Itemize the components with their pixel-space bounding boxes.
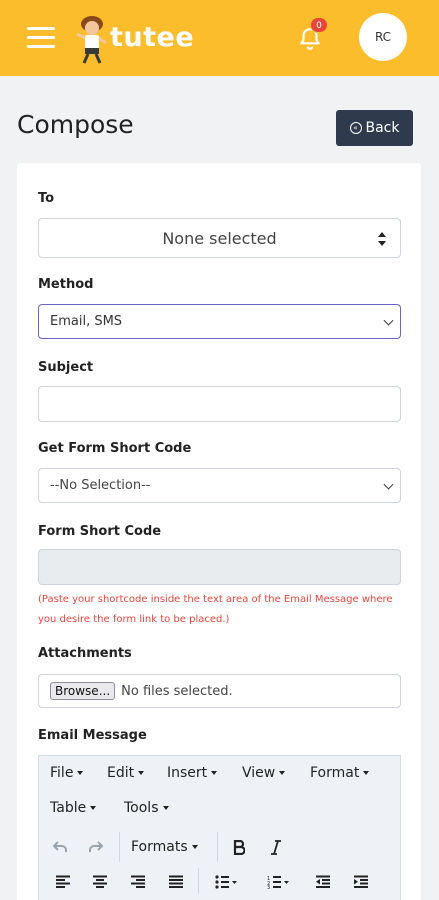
caret-down-icon bbox=[162, 806, 169, 810]
indent-icon[interactable] bbox=[350, 872, 372, 892]
browse-button[interactable]: Browse... bbox=[50, 682, 116, 700]
brand-name: tutee bbox=[110, 22, 195, 53]
toolbar-separator bbox=[198, 868, 199, 894]
caret-down-icon bbox=[363, 771, 370, 775]
toolbar-separator bbox=[217, 832, 218, 862]
form-short-code-label: Form Short Code bbox=[38, 524, 162, 539]
redo-icon[interactable] bbox=[84, 836, 108, 858]
caret-down-icon bbox=[138, 771, 145, 775]
italic-icon[interactable] bbox=[265, 836, 287, 858]
subject-input[interactable] bbox=[38, 386, 401, 422]
menu-format-label: Format bbox=[310, 765, 360, 781]
back-circle-icon: « bbox=[349, 122, 362, 134]
outdent-icon[interactable] bbox=[312, 872, 334, 892]
align-center-icon[interactable] bbox=[89, 872, 111, 892]
caret-down-icon bbox=[279, 771, 286, 775]
menu-edit-label: Edit bbox=[107, 765, 135, 781]
to-select-value: None selected bbox=[162, 228, 277, 248]
form-short-code-field bbox=[38, 549, 401, 585]
caret-down-icon bbox=[211, 771, 218, 775]
method-label: Method bbox=[38, 277, 94, 292]
menu-edit[interactable]: Edit bbox=[107, 765, 145, 781]
align-left-icon[interactable] bbox=[52, 872, 74, 892]
formats-label: Formats bbox=[131, 839, 188, 855]
user-avatar[interactable]: RC bbox=[359, 13, 407, 61]
menu-file[interactable]: File bbox=[50, 765, 84, 781]
menu-view[interactable]: View bbox=[242, 765, 286, 781]
align-right-icon[interactable] bbox=[127, 872, 149, 892]
no-files-text: No files selected. bbox=[121, 683, 233, 699]
bullet-list-icon[interactable] bbox=[207, 872, 245, 892]
attachments-label: Attachments bbox=[38, 646, 132, 661]
method-select[interactable]: Email, SMS bbox=[38, 304, 401, 339]
notification-count-badge: 0 bbox=[310, 17, 328, 33]
menu-icon[interactable] bbox=[27, 27, 55, 48]
svg-text:3: 3 bbox=[267, 885, 270, 889]
to-label: To bbox=[38, 191, 55, 206]
undo-icon[interactable] bbox=[48, 836, 72, 858]
toolbar-separator bbox=[119, 832, 120, 862]
updown-arrows-icon bbox=[378, 232, 386, 246]
chevron-down-icon bbox=[383, 479, 394, 490]
form-short-code-select-value: --No Selection-- bbox=[50, 478, 151, 493]
menu-insert-label: Insert bbox=[167, 765, 208, 781]
menu-format[interactable]: Format bbox=[310, 765, 370, 781]
align-justify-icon[interactable] bbox=[165, 872, 187, 892]
menu-table[interactable]: Table bbox=[50, 800, 97, 816]
back-button[interactable]: « Back bbox=[336, 110, 413, 146]
shortcode-hint-text: (Paste your shortcode inside the text ar… bbox=[38, 594, 393, 625]
page-title: Compose bbox=[17, 110, 134, 139]
caret-down-icon bbox=[191, 845, 198, 849]
menu-insert[interactable]: Insert bbox=[167, 765, 218, 781]
bold-icon[interactable] bbox=[228, 836, 250, 858]
to-recipients-select[interactable]: None selected bbox=[38, 218, 401, 258]
menu-tools[interactable]: Tools bbox=[124, 800, 169, 816]
numbered-list-icon[interactable]: 123 bbox=[259, 872, 297, 892]
menu-tools-label: Tools bbox=[124, 800, 159, 816]
caret-down-icon bbox=[77, 771, 84, 775]
menu-view-label: View bbox=[242, 765, 276, 781]
menu-table-label: Table bbox=[50, 800, 87, 816]
back-button-label: Back bbox=[365, 120, 400, 136]
caret-down-icon bbox=[90, 806, 97, 810]
formats-dropdown[interactable]: Formats bbox=[131, 839, 198, 855]
attachments-file-input[interactable]: Browse... No files selected. bbox=[38, 674, 401, 708]
method-select-value: Email, SMS bbox=[50, 314, 123, 329]
top-bar: tutee 0 RC bbox=[0, 0, 439, 76]
menu-file-label: File bbox=[50, 765, 74, 781]
chevron-down-icon bbox=[383, 315, 394, 326]
email-message-label: Email Message bbox=[38, 728, 147, 743]
form-short-code-select[interactable]: --No Selection-- bbox=[38, 468, 401, 503]
subject-label: Subject bbox=[38, 360, 94, 375]
get-form-short-code-label: Get Form Short Code bbox=[38, 441, 192, 456]
